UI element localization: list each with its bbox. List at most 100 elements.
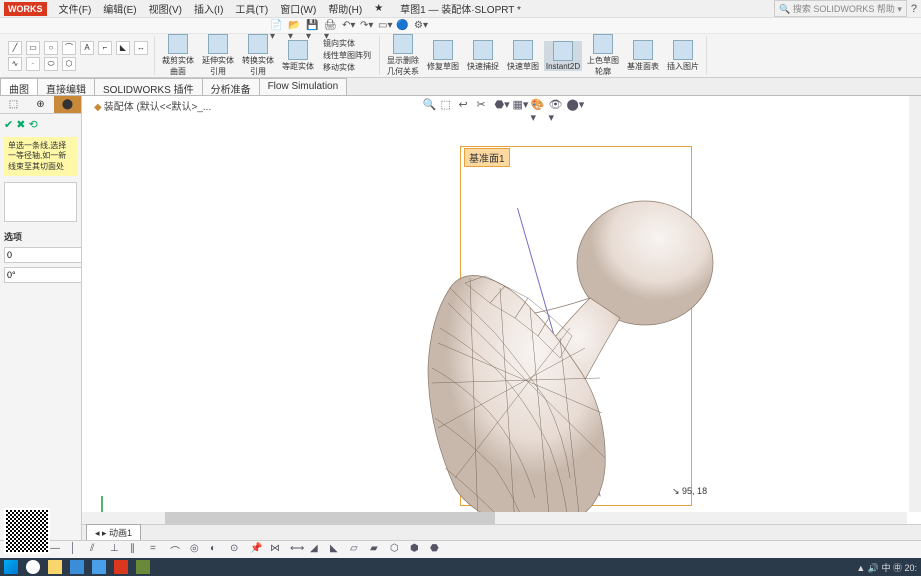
- task-explorer-icon[interactable]: [44, 558, 66, 576]
- pattern-label[interactable]: 线性草图阵列: [323, 50, 371, 61]
- task-app3-icon[interactable]: [110, 558, 132, 576]
- repair-button[interactable]: 修复草图: [424, 40, 462, 72]
- sym-icon[interactable]: ⟷: [290, 543, 304, 557]
- task-search-icon[interactable]: [22, 558, 44, 576]
- selection-box[interactable]: [4, 182, 77, 222]
- convert-button[interactable]: 转换实体引用: [239, 34, 277, 77]
- task-app1-icon[interactable]: [66, 558, 88, 576]
- extend-button[interactable]: 延伸实体引用: [199, 34, 237, 77]
- prev-view-icon[interactable]: ↩: [459, 98, 473, 112]
- trim-button[interactable]: 裁剪实体曲面: [159, 34, 197, 77]
- move-label[interactable]: 移动实体: [323, 62, 371, 73]
- zoom-fit-icon[interactable]: 🔍: [423, 98, 437, 112]
- arc-icon[interactable]: ⌒: [62, 41, 76, 55]
- fix-icon[interactable]: 📌: [250, 543, 264, 557]
- horizontal-icon[interactable]: —: [50, 543, 64, 557]
- menu-tools[interactable]: 工具(T): [229, 1, 274, 16]
- options-icon[interactable]: ⚙▾: [414, 20, 426, 32]
- tab-direct-edit[interactable]: 直接编辑: [37, 78, 95, 95]
- task-app4-icon[interactable]: [132, 558, 154, 576]
- insert-image-button[interactable]: 插入图片: [664, 40, 702, 72]
- rel-f-icon[interactable]: ⬢: [410, 543, 424, 557]
- quicksketch-button[interactable]: 快速草图: [504, 40, 542, 72]
- zoom-area-icon[interactable]: ⬚: [441, 98, 455, 112]
- print-icon[interactable]: 🖨▾: [324, 20, 336, 32]
- hide-icon[interactable]: 👁▾: [549, 98, 563, 112]
- mirror-label[interactable]: 镜向实体: [323, 38, 371, 49]
- plane-table-button[interactable]: 基准面表: [624, 40, 662, 72]
- polygon-icon[interactable]: ⬡: [62, 57, 76, 71]
- rel-b-icon[interactable]: ◣: [330, 543, 344, 557]
- concentric-icon[interactable]: ◎: [190, 543, 204, 557]
- rebuild-icon[interactable]: 🔵: [396, 20, 408, 32]
- system-tray[interactable]: ▲ 🔊 中 ㊥ 20:: [856, 561, 921, 574]
- offset-button[interactable]: 等距实体: [279, 40, 317, 72]
- point-icon[interactable]: ·: [26, 57, 40, 71]
- rect-icon[interactable]: ▭: [26, 41, 40, 55]
- menu-help[interactable]: 帮助(H): [322, 1, 368, 16]
- midpoint-icon[interactable]: ◐: [210, 543, 224, 557]
- fillet-icon[interactable]: ⌐: [98, 41, 112, 55]
- orient-icon[interactable]: ⬣▾: [495, 98, 509, 112]
- menu-edit[interactable]: 编辑(E): [97, 1, 142, 16]
- rel-c-icon[interactable]: ▱: [350, 543, 364, 557]
- save-icon[interactable]: 💾▾: [306, 20, 318, 32]
- panel-tab-prop-icon[interactable]: ⊕: [27, 96, 54, 113]
- offset-field[interactable]: [4, 247, 81, 263]
- merge-icon[interactable]: ⋈: [270, 543, 284, 557]
- panel-tab-config-icon[interactable]: ⬤: [54, 96, 81, 113]
- viewport[interactable]: ◆装配体 (默认<<默认>_... 🔍 ⬚ ↩ ✂ ⬣▾ ▦▾ 🎨▾ 👁▾ ⬤▾…: [82, 96, 921, 540]
- tangent-icon[interactable]: ⌒: [170, 543, 184, 557]
- scene-icon[interactable]: 🎨▾: [531, 98, 545, 112]
- appearance-icon[interactable]: ⬤▾: [567, 98, 581, 112]
- display-icon[interactable]: ▦▾: [513, 98, 527, 112]
- search-input[interactable]: 🔍 搜索 SOLIDWORKS 帮助 ▾: [774, 0, 907, 17]
- spline-icon[interactable]: ∿: [8, 57, 22, 71]
- shade-button[interactable]: 上色草图轮廓: [584, 34, 622, 77]
- equal-icon[interactable]: =: [150, 543, 164, 557]
- angle-field[interactable]: [4, 267, 81, 283]
- redo-icon[interactable]: ↷▾: [360, 20, 372, 32]
- undo-icon[interactable]: ↶▾: [342, 20, 354, 32]
- circle-icon[interactable]: ○: [44, 41, 58, 55]
- rel-d-icon[interactable]: ▰: [370, 543, 384, 557]
- text-icon[interactable]: A: [80, 41, 94, 55]
- tab-flow[interactable]: Flow Simulation: [259, 78, 348, 95]
- collinear-icon[interactable]: ⫽: [90, 543, 104, 557]
- model-geometry[interactable]: [410, 168, 740, 528]
- plane-label[interactable]: 基准面1: [464, 148, 510, 167]
- rel-a-icon[interactable]: ◢: [310, 543, 324, 557]
- scrollbar-horizontal[interactable]: [82, 512, 907, 524]
- line-icon[interactable]: ╱: [8, 41, 22, 55]
- options-header[interactable]: 选项: [4, 230, 77, 243]
- tab-sketch[interactable]: 曲图: [0, 78, 38, 95]
- menu-file[interactable]: 文件(F): [53, 1, 98, 16]
- tab-addins[interactable]: SOLIDWORKS 插件: [94, 78, 203, 95]
- select-icon[interactable]: ▭▾: [378, 20, 390, 32]
- menu-insert[interactable]: 插入(I): [188, 1, 229, 16]
- panel-tab-feature-icon[interactable]: ⬚: [0, 96, 27, 113]
- relations-button[interactable]: 显示删除几何关系: [384, 34, 422, 77]
- vertical-icon[interactable]: │: [70, 543, 84, 557]
- scrollbar-vertical[interactable]: [909, 96, 921, 512]
- menu-window[interactable]: 窗口(W): [274, 1, 322, 16]
- rel-g-icon[interactable]: ⬣: [430, 543, 444, 557]
- new-icon[interactable]: 📄▾: [270, 20, 282, 32]
- breadcrumb[interactable]: ◆装配体 (默认<<默认>_...: [94, 98, 211, 113]
- tab-analysis[interactable]: 分析准备: [202, 78, 260, 95]
- dim-icon[interactable]: ↔: [134, 41, 148, 55]
- coincident-icon[interactable]: ⊙: [230, 543, 244, 557]
- chamfer-icon[interactable]: ◣: [116, 41, 130, 55]
- task-app2-icon[interactable]: [88, 558, 110, 576]
- instant2d-button[interactable]: Instant2D: [544, 41, 582, 71]
- slot-icon[interactable]: ⬭: [44, 57, 58, 71]
- snap-button[interactable]: 快速捕捉: [464, 40, 502, 72]
- menu-star-icon[interactable]: ★: [368, 3, 389, 14]
- rel-e-icon[interactable]: ⬡: [390, 543, 404, 557]
- start-button[interactable]: [0, 558, 22, 576]
- perpendicular-icon[interactable]: ⊥: [110, 543, 124, 557]
- section-icon[interactable]: ✂: [477, 98, 491, 112]
- motion-tab[interactable]: ◂ ▸ 动画1: [86, 524, 141, 541]
- help-icon[interactable]: ?: [911, 3, 917, 15]
- parallel-icon[interactable]: ∥: [130, 543, 144, 557]
